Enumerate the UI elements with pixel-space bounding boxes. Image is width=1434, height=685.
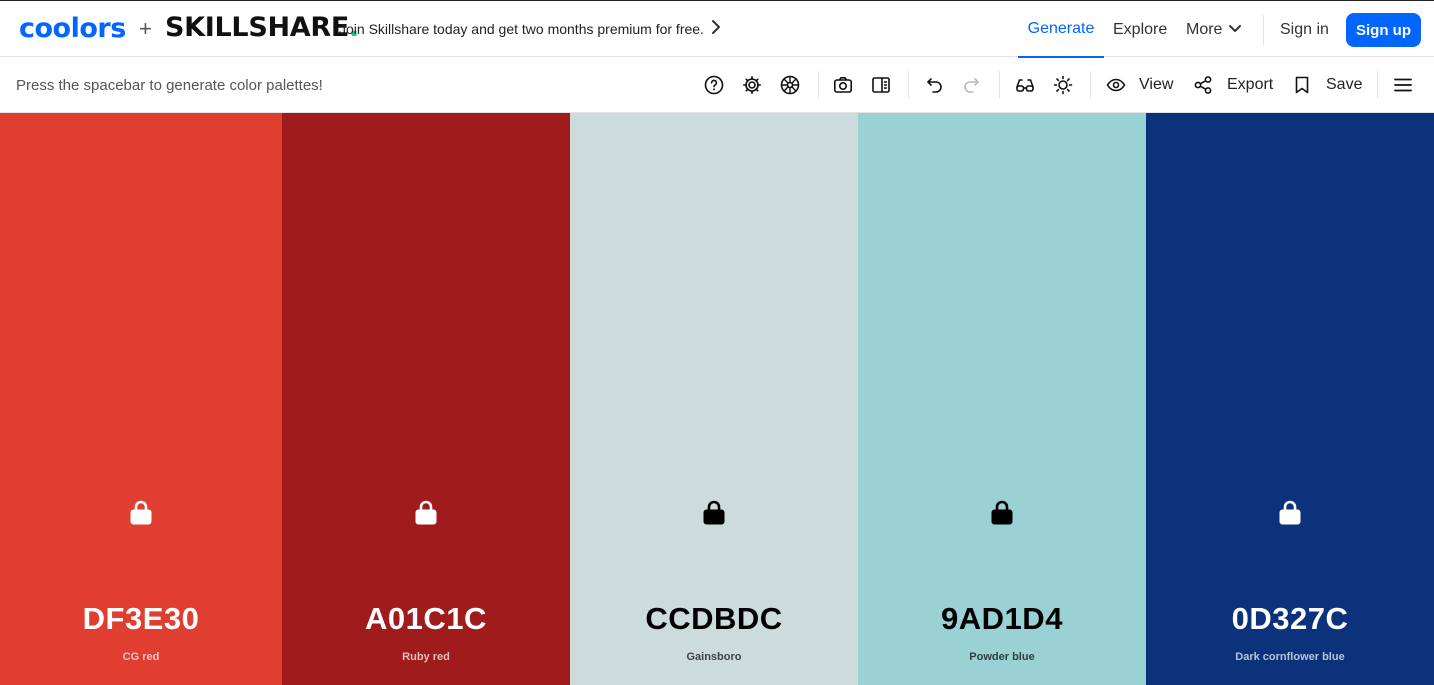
chevron-right-icon[interactable] bbox=[710, 19, 722, 40]
glasses-icon[interactable] bbox=[1014, 74, 1036, 96]
palette-wheel-icon[interactable] bbox=[779, 74, 801, 96]
color-column[interactable]: A01C1C Ruby red bbox=[282, 113, 570, 685]
menu-icon[interactable] bbox=[1392, 74, 1414, 96]
color-hex-code[interactable]: 9AD1D4 bbox=[858, 601, 1146, 637]
bookmark-icon[interactable] bbox=[1291, 74, 1313, 96]
share-icon[interactable] bbox=[1192, 74, 1214, 96]
lock-icon[interactable] bbox=[703, 499, 725, 525]
nav-generate[interactable]: Generate bbox=[1018, 1, 1104, 58]
divider bbox=[1263, 15, 1264, 45]
color-hex-code[interactable]: A01C1C bbox=[282, 601, 570, 637]
help-icon[interactable] bbox=[703, 74, 725, 96]
nav-more-label: More bbox=[1186, 20, 1223, 38]
skillshare-wordmark: SKILLSHARE bbox=[165, 12, 349, 43]
color-column[interactable]: DF3E30 CG red bbox=[0, 113, 282, 685]
color-hex-code[interactable]: DF3E30 bbox=[0, 601, 282, 637]
top-navbar: coolors + SKILLSHARE. Join Skillshare to… bbox=[0, 0, 1434, 58]
divider bbox=[1090, 71, 1091, 99]
spacebar-hint: Press the spacebar to generate color pal… bbox=[16, 77, 323, 94]
divider bbox=[818, 71, 819, 99]
export-button[interactable]: Export bbox=[1227, 76, 1273, 94]
lock-icon[interactable] bbox=[991, 499, 1013, 525]
settings-icon[interactable] bbox=[741, 74, 763, 96]
sidebar-panel-icon[interactable] bbox=[870, 74, 892, 96]
divider bbox=[999, 71, 1000, 99]
coolors-logo[interactable]: coolors bbox=[19, 13, 126, 44]
divider bbox=[908, 71, 909, 99]
brightness-icon[interactable] bbox=[1052, 74, 1074, 96]
lock-icon[interactable] bbox=[415, 499, 437, 525]
color-column[interactable]: 9AD1D4 Powder blue bbox=[858, 113, 1146, 685]
undo-icon[interactable] bbox=[923, 74, 945, 96]
eye-icon[interactable] bbox=[1105, 74, 1127, 96]
color-name: Gainsboro bbox=[686, 651, 742, 663]
nav-explore[interactable]: Explore bbox=[1113, 1, 1167, 58]
view-button[interactable]: View bbox=[1139, 76, 1173, 94]
signup-button[interactable]: Sign up bbox=[1346, 13, 1421, 47]
nav-more[interactable]: More bbox=[1186, 1, 1242, 58]
color-name: Powder blue bbox=[969, 651, 1035, 663]
divider bbox=[1377, 71, 1378, 99]
generator-toolbar: Press the spacebar to generate color pal… bbox=[0, 57, 1434, 113]
color-name: Dark cornflower blue bbox=[1235, 651, 1345, 663]
color-column[interactable]: 0D327C Dark cornflower blue bbox=[1146, 113, 1434, 685]
color-name: CG red bbox=[122, 651, 160, 663]
color-column[interactable]: CCDBDC Gainsboro bbox=[570, 113, 858, 685]
skillshare-logo[interactable]: SKILLSHARE. bbox=[165, 12, 359, 43]
save-button[interactable]: Save bbox=[1326, 76, 1362, 94]
redo-icon[interactable] bbox=[961, 74, 983, 96]
color-hex-code[interactable]: 0D327C bbox=[1146, 601, 1434, 637]
plus-sign: + bbox=[139, 16, 152, 41]
lock-icon[interactable] bbox=[1279, 499, 1301, 525]
signin-link[interactable]: Sign in bbox=[1280, 1, 1329, 58]
color-hex-code[interactable]: CCDBDC bbox=[570, 601, 858, 637]
lock-icon[interactable] bbox=[130, 499, 152, 525]
camera-icon[interactable] bbox=[832, 74, 854, 96]
promo-link[interactable]: Join Skillshare today and get two months… bbox=[339, 21, 704, 37]
color-name: Ruby red bbox=[402, 651, 450, 663]
chevron-down-icon bbox=[1228, 21, 1242, 39]
